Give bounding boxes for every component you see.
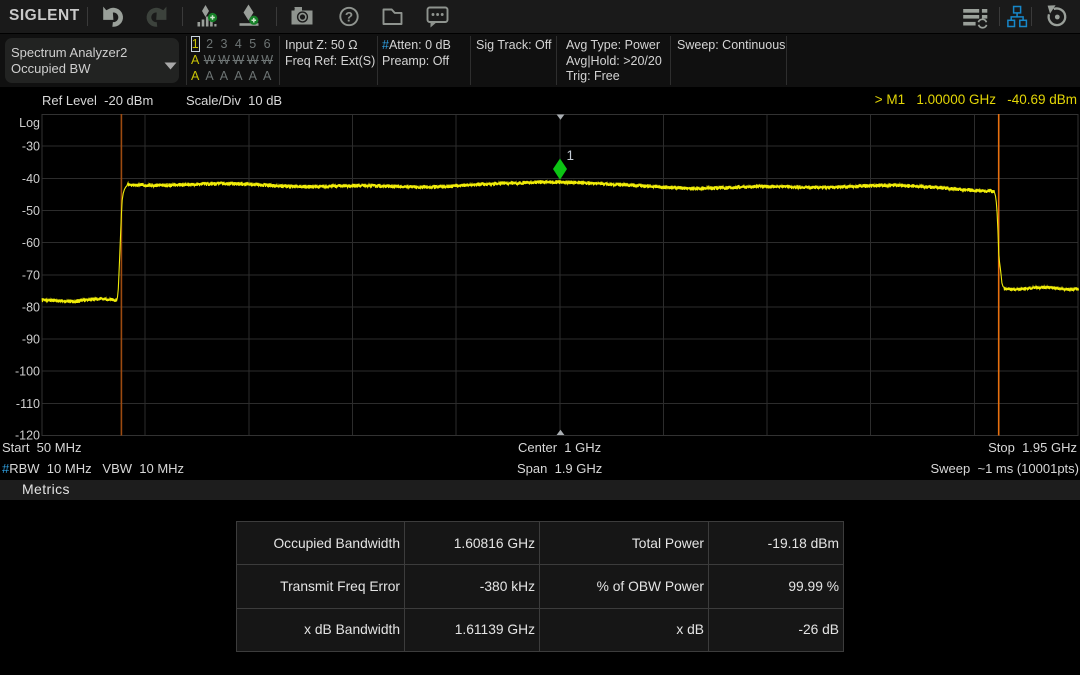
- svg-text:-70: -70: [22, 268, 40, 282]
- svg-text:-50: -50: [22, 204, 40, 218]
- svg-text:?: ?: [345, 10, 353, 25]
- svg-text:-40: -40: [22, 172, 40, 186]
- svg-text:-90: -90: [22, 333, 40, 347]
- svg-text:-100: -100: [15, 365, 40, 379]
- svg-text:-30: -30: [22, 140, 40, 154]
- svg-text:1: 1: [567, 148, 575, 163]
- svg-text:-110: -110: [16, 397, 40, 411]
- svg-text:-60: -60: [22, 236, 40, 250]
- svg-text:Log: Log: [19, 116, 40, 130]
- svg-text:-80: -80: [22, 300, 40, 314]
